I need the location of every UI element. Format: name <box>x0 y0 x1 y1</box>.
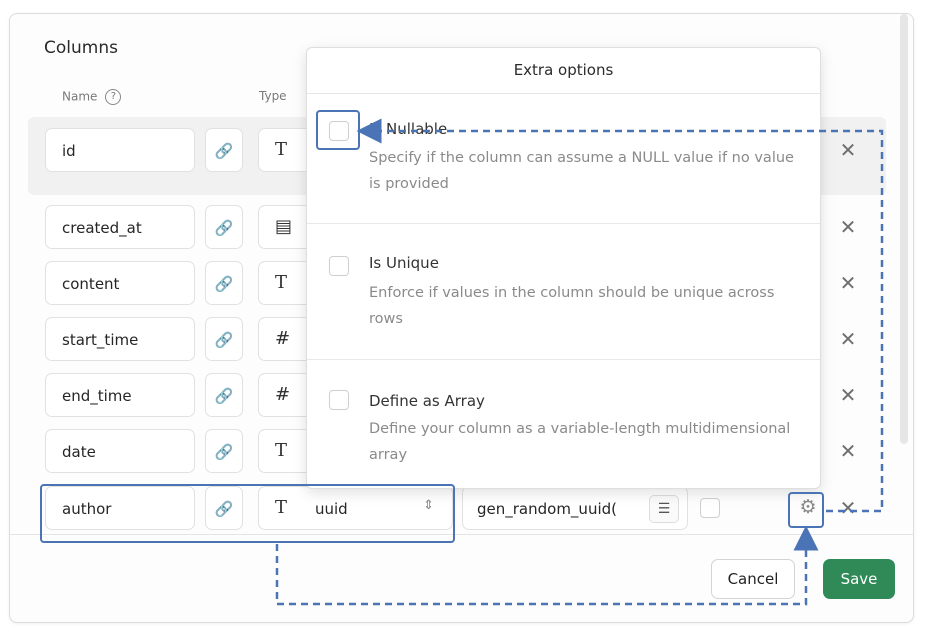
annotation-arrows <box>275 118 884 606</box>
